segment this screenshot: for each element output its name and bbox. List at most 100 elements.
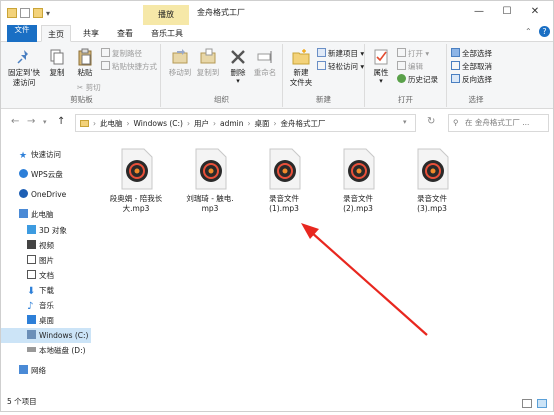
file-list: 段奥娟 - 陪我长 大.mp3 刘瑞琦 - 触电. mp3 录音文件 (1).m… [97, 139, 553, 393]
nav-item-this-pc[interactable]: 此电脑 [1, 207, 91, 222]
refresh-icon[interactable]: ↻ [427, 116, 435, 127]
tab-music-tools[interactable]: 音乐工具 [145, 25, 189, 42]
forward-arrow-icon[interactable]: → [27, 116, 35, 127]
select-group-label: 选择 [468, 95, 484, 104]
ribbon-tabs: 文件 主页 共享 查看 音乐工具 ⌃ ? [1, 25, 553, 42]
item-count: 5 个项目 [7, 397, 37, 406]
copy-path-button[interactable]: 复制路径 [101, 48, 142, 60]
mp3-file-icon [121, 148, 153, 190]
new-group: 新建 文件夹 新建项目 ▾ 轻松访问 ▾ 新建 [283, 44, 365, 107]
tab-share[interactable]: 共享 [77, 25, 105, 42]
copy-path-icon [101, 48, 110, 57]
cut-button[interactable]: ✂ 剪切 [77, 82, 101, 94]
properties-dropdown-icon[interactable]: ▾ [369, 78, 393, 85]
tab-view[interactable]: 查看 [111, 25, 139, 42]
quick-access-toolbar: ▾ [7, 7, 50, 19]
minimize-button[interactable]: — [469, 5, 489, 19]
new-item-icon [317, 48, 326, 57]
file-item[interactable]: 录音文件 (1).mp3 [253, 147, 315, 214]
nav-item-desktop[interactable]: 桌面 [1, 313, 91, 328]
file-item[interactable]: 录音文件 (2).mp3 [327, 147, 389, 214]
nav-item-onedrive[interactable]: OneDrive [1, 187, 91, 202]
move-to-button[interactable]: 移动到 [167, 48, 193, 78]
onedrive-icon [19, 189, 28, 198]
file-item[interactable]: 刘瑞琦 - 触电. mp3 [179, 147, 241, 214]
back-arrow-icon[interactable]: ← [11, 116, 19, 127]
open-button[interactable]: 打开 ▾ [397, 48, 429, 60]
copy-to-button[interactable]: 复制到 [195, 48, 221, 78]
computer-icon [19, 209, 28, 218]
properties-quick-icon[interactable] [20, 8, 30, 18]
breadcrumb-current-folder[interactable]: 金舟格式工厂 [280, 118, 325, 129]
paste-shortcut-button[interactable]: 粘贴快捷方式 [101, 61, 157, 73]
nav-item-downloads[interactable]: ⬇ 下载 [1, 283, 91, 298]
paste-button[interactable]: 粘贴 [73, 48, 97, 78]
edit-icon [397, 61, 406, 70]
pin-quick-access-button[interactable]: 固定到'快 速访问 [7, 48, 41, 88]
new-folder-quick-icon[interactable] [33, 8, 43, 18]
delete-dropdown-icon[interactable]: ▾ [227, 78, 249, 85]
up-arrow-icon[interactable]: ↑ [57, 116, 65, 127]
paste-icon [78, 48, 92, 66]
nav-item-windows-c[interactable]: Windows (C:) [1, 328, 91, 343]
delete-button[interactable]: 删除 ▾ [227, 48, 249, 85]
help-icon[interactable]: ? [539, 26, 550, 37]
video-icon [27, 240, 36, 249]
breadcrumb-windows-c[interactable]: Windows (C:) [134, 119, 183, 128]
new-item-button[interactable]: 新建项目 ▾ [317, 48, 364, 60]
tab-file[interactable]: 文件 [7, 25, 37, 42]
nav-item-pictures[interactable]: 图片 [1, 253, 91, 268]
breadcrumb-separator-icon: › [273, 118, 277, 128]
clipboard-group: 固定到'快 速访问 复制 粘贴 复制路径 粘贴快捷方式 ✂ 剪切 剪贴板 [3, 44, 161, 107]
customize-toolbar-icon[interactable]: ▾ [46, 9, 50, 18]
tools-tab-play[interactable]: 播放 [143, 5, 189, 25]
nav-item-local-disk-d[interactable]: 本地磁盘 (D:) [1, 343, 91, 358]
file-item[interactable]: 录音文件 (3).mp3 [401, 147, 463, 214]
nav-item-wps-cloud[interactable]: WPS云盘 [1, 167, 91, 182]
select-none-button[interactable]: 全部取消 [451, 61, 492, 73]
nav-item-music[interactable]: ♪ 音乐 [1, 298, 91, 313]
nav-item-network[interactable]: 网络 [1, 363, 91, 378]
easy-access-button[interactable]: 轻松访问 ▾ [317, 61, 364, 73]
large-icons-view-icon[interactable] [537, 399, 547, 408]
open-group: 属性 ▾ 打开 ▾ 编辑 历史记录 打开 [365, 44, 447, 107]
organize-group: 移动到 复制到 删除 ▾ 重命名 组织 [161, 44, 283, 107]
breadcrumb-users[interactable]: 用户 [194, 118, 209, 129]
file-item[interactable]: 段奥娟 - 陪我长 大.mp3 [105, 147, 167, 214]
details-view-icon[interactable] [521, 399, 532, 408]
address-bar[interactable]: › 此电脑 › Windows (C:) › 用户 › admin › 桌面 ›… [75, 114, 416, 132]
breadcrumb-this-pc[interactable]: 此电脑 [100, 118, 123, 129]
address-row: ← → ▾ ↑ › 此电脑 › Windows (C:) › 用户 › admi… [1, 110, 553, 136]
rename-button[interactable]: 重命名 [251, 48, 279, 78]
select-all-icon [451, 48, 460, 57]
copy-button[interactable]: 复制 [45, 48, 69, 78]
recent-locations-icon[interactable]: ▾ [43, 118, 47, 126]
cloud-icon [19, 169, 28, 178]
nav-item-documents[interactable]: 文档 [1, 268, 91, 283]
mp3-file-icon [343, 148, 375, 190]
history-icon [397, 74, 406, 83]
document-icon [27, 270, 36, 279]
explorer-window: ▾ 播放 金舟格式工厂 — ☐ ✕ 文件 主页 共享 查看 音乐工具 ⌃ ? 固… [0, 0, 554, 412]
search-input[interactable]: ⚲ 在 金舟格式工厂 ... [448, 114, 549, 132]
nav-item-videos[interactable]: 视频 [1, 238, 91, 253]
breadcrumb-admin[interactable]: admin [220, 119, 244, 128]
collapse-ribbon-icon[interactable]: ⌃ [525, 27, 532, 36]
breadcrumb-desktop[interactable]: 桌面 [254, 118, 269, 129]
mp3-file-icon [417, 148, 449, 190]
properties-button[interactable]: 属性 ▾ [369, 48, 393, 85]
copy-icon [50, 49, 64, 65]
address-dropdown-icon[interactable]: ▾ [403, 118, 407, 126]
desktop-icon [27, 315, 36, 324]
tab-home[interactable]: 主页 [41, 25, 71, 42]
nav-item-quick-access[interactable]: ★ 快速访问 [1, 147, 91, 162]
new-folder-button[interactable]: 新建 文件夹 [287, 48, 315, 88]
invert-selection-button[interactable]: 反向选择 [451, 74, 492, 86]
nav-item-3d-objects[interactable]: 3D 对象 [1, 223, 91, 238]
close-button[interactable]: ✕ [525, 5, 545, 19]
select-all-button[interactable]: 全部选择 [451, 48, 492, 60]
history-button[interactable]: 历史记录 [397, 74, 438, 86]
rename-icon [257, 51, 272, 63]
maximize-button[interactable]: ☐ [497, 5, 517, 19]
edit-button[interactable]: 编辑 [397, 61, 423, 73]
